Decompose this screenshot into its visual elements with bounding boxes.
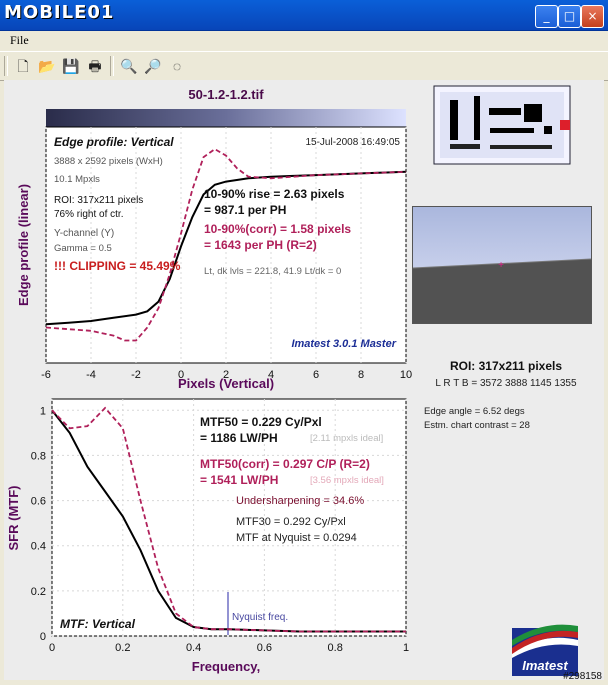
title-bar: MOBILE01 _ □ × (0, 0, 608, 31)
edge-corr2: = 1643 per PH (R=2) (204, 238, 317, 252)
zoom-out-icon[interactable]: 🔎 (144, 57, 162, 75)
mtf-corrb: = 1541 LW/PH (200, 473, 278, 487)
edge-date: 15-Jul-2008 16:49:05 (305, 137, 400, 148)
menu-file[interactable]: File (10, 33, 29, 48)
edge-rise1: 10-90% rise = 2.63 pixels (204, 187, 345, 201)
mtf-corra: MTF50(corr) = 0.297 C/P (R=2) (200, 457, 370, 471)
svg-text:+: + (498, 260, 504, 271)
zoom-in-icon[interactable]: 🔍 (120, 57, 138, 75)
mtf-nyq: MTF at Nyquist = 0.0294 (236, 532, 357, 544)
mtf-xlabel: Frequency, (192, 659, 260, 674)
edge-clipping: !!! CLIPPING = 45.49% (54, 259, 181, 273)
edge-x-tick-label: 8 (358, 369, 364, 381)
edge-channel: Y-channel (Y) (54, 228, 114, 239)
mtf-mtf50b: = 1186 LW/PH (200, 431, 278, 445)
edge-rise2: = 987.1 per PH (204, 203, 286, 217)
edge-size: 3888 x 2592 pixels (WxH) (54, 156, 163, 167)
side-angle: Edge angle = 6.52 degs (424, 406, 525, 417)
edge-x-tick-label: 10 (400, 369, 412, 381)
edge-x-tick-label: 6 (313, 369, 319, 381)
watermark: #298158 (563, 671, 602, 680)
new-icon[interactable]: 🗋 (14, 57, 32, 75)
mtf-mtf30: MTF30 = 0.292 Cy/Pxl (236, 516, 346, 528)
mtf-x-ticks: 0 0.2 0.4 0.6 0.8 1 (49, 642, 409, 654)
edge-x-tick-label: -4 (86, 369, 96, 381)
side-roi: ROI: 317x211 pixels (450, 359, 562, 373)
mtf-x-tick-label: 0.8 (328, 642, 343, 654)
maximize-button[interactable]: □ (558, 5, 581, 28)
print-icon[interactable]: 🖶 (86, 57, 104, 75)
edge-mpx: 10.1 Mpxls (54, 174, 100, 185)
mtf-y-tick-label: 0 (40, 631, 46, 643)
edge-levels: Lt, dk lvls = 221.8, 41.9 Lt/dk = 0 (204, 266, 341, 277)
edge-pos: 76% right of ctr. (54, 209, 123, 220)
save-icon[interactable]: 💾 (62, 57, 80, 75)
side-contrast: Estm. chart contrast = 28 (424, 420, 530, 431)
open-icon[interactable]: 📂 (38, 57, 56, 75)
mtf-y-tick-label: 0.4 (31, 541, 46, 553)
toolbar-separator (4, 56, 8, 76)
figure-canvas: 50-1.2-1.2.tif -6 -4 -2 0 2 4 6 8 10 Edge profil… (4, 80, 604, 682)
edge-ylabel: Edge profile (linear) (16, 184, 31, 306)
close-button[interactable]: × (581, 5, 604, 28)
roi-image: + (412, 206, 592, 324)
reset-zoom-icon[interactable]: ◌ (168, 57, 186, 75)
mtf-mtf50a: MTF50 = 0.229 Cy/Pxl (200, 415, 322, 429)
edge-gamma: Gamma = 0.5 (54, 243, 112, 254)
mtf-y-tick-label: 0.8 (31, 450, 46, 462)
file-name: 50-1.2-1.2.tif (188, 87, 264, 102)
nyquist-label: Nyquist freq. (232, 612, 288, 623)
minimize-button[interactable]: _ (535, 5, 558, 28)
edge-corr1: 10-90%(corr) = 1.58 pixels (204, 222, 351, 236)
logo-text: Imatest (522, 658, 568, 673)
edge-xlabel: Pixels (Vertical) (178, 376, 274, 391)
mtf-y-tick-label: 1 (40, 405, 46, 417)
mtf-x-tick-label: 0.2 (115, 642, 130, 654)
menu-bar: File (0, 30, 608, 50)
mtf-x-tick-label: 0.4 (186, 642, 201, 654)
side-lrtb: L R T B = 3572 3888 1145 1355 (435, 378, 577, 389)
toolbar-separator (110, 56, 114, 76)
test-chart-thumbnail (433, 85, 571, 165)
edge-x-tick-label: -2 (131, 369, 141, 381)
edge-roi: ROI: 317x211 pixels (54, 195, 143, 206)
mtf-x-tick-label: 0 (49, 642, 55, 654)
mtf-ideal2: [3.56 mpxls ideal] (310, 475, 384, 486)
edge-title: Edge profile: Vertical (54, 135, 174, 149)
mtf-y-tick-label: 0.2 (31, 586, 46, 598)
mtf-title: MTF: Vertical (60, 617, 136, 631)
edge-brand: Imatest 3.0.1 Master (291, 338, 396, 350)
app-brand: MOBILE01 (4, 2, 115, 23)
imatest-logo: Imatest (512, 624, 578, 676)
mtf-y-ticks: 0 0.2 0.4 0.6 0.8 1 (31, 405, 46, 643)
mtf-x-tick-label: 0.6 (257, 642, 272, 654)
mtf-under: Undersharpening = 34.6% (236, 495, 364, 507)
figure-svg: 50-1.2-1.2.tif -6 -4 -2 0 2 4 6 8 10 Edge profil… (6, 85, 602, 682)
mtf-ideal1: [2.11 mpxls ideal] (310, 433, 383, 444)
mtf-x-tick-label: 1 (403, 642, 409, 654)
toolbar: 🗋 📂 💾 🖶 🔍 🔎 ◌ (0, 51, 608, 81)
mtf-y-tick-label: 0.6 (31, 496, 46, 508)
edge-gradient-strip (46, 109, 406, 127)
edge-x-tick-label: -6 (41, 369, 51, 381)
mtf-ylabel: SFR (MTF) (6, 486, 21, 551)
